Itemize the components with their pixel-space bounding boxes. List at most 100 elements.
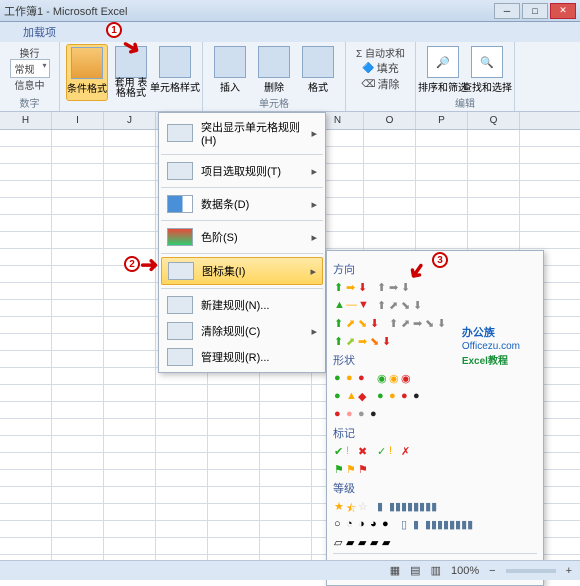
maximize-button[interactable]: □ <box>522 3 548 19</box>
group-label-edit: 编辑 <box>416 95 514 110</box>
col-header-I[interactable]: I <box>52 112 104 129</box>
iconset-redtoblack[interactable]: ●●●● <box>333 407 382 420</box>
zoom-in-button[interactable]: + <box>566 565 572 577</box>
sort-filter-button[interactable]: 🔎排序和筛选 <box>422 44 464 96</box>
iconset-5arrows-gray[interactable]: ⬆⬈➡⬊⬇ <box>388 316 449 329</box>
group-editing-small: Σ 自动求和 🔷 填充 ⌫ 清除 <box>346 42 416 111</box>
group-label-cells: 单元格 <box>203 95 345 110</box>
iconset-3stars[interactable]: ★⯪☆ <box>333 499 370 512</box>
menu-icon-sets[interactable]: 图标集(I)▸ <box>161 257 323 285</box>
iconset-3flags[interactable]: ⚑⚑⚑ <box>333 462 370 475</box>
icon-sets-gallery: 方向 ⬆➡⬇ ⬆➡⬇ ▲—▼ ⬆⬈⬊⬇ ⬆⬈⬊⬇ ⬆⬈➡⬊⬇ ⬆⬈➡⬊⬇ 形状 … <box>326 250 544 586</box>
separator <box>333 553 537 554</box>
group-cells: 插入 删除 格式 单元格 <box>203 42 346 111</box>
col-header-P[interactable]: P <box>416 112 468 129</box>
format-button[interactable]: 格式 <box>297 44 339 96</box>
col-header-Q[interactable]: Q <box>468 112 520 129</box>
separator <box>161 187 323 188</box>
menu-highlight-rules[interactable]: 突出显示单元格规则(H)▸ <box>161 115 323 151</box>
view-normal-button[interactable]: ▦ <box>390 564 400 577</box>
iconset-5arrows-color[interactable]: ⬆⬈➡⬊⬇ <box>333 334 394 347</box>
find-select-button[interactable]: 🔍查找和选择 <box>466 44 508 96</box>
number-format-combo[interactable]: 常规 <box>10 59 50 78</box>
format-icon <box>302 46 334 78</box>
zoom-slider[interactable] <box>506 569 556 573</box>
iconset-3signs[interactable]: ●▲◆ <box>333 389 370 402</box>
zoom-out-button[interactable]: − <box>489 565 495 577</box>
delete-icon <box>258 46 290 78</box>
top-icon <box>167 162 193 180</box>
titlebar: 工作簿1 - Microsoft Excel ─ □ ✕ <box>0 0 580 22</box>
find-icon: 🔍 <box>471 46 503 78</box>
menu-manage-rules[interactable]: 管理规则(R)... <box>161 344 323 370</box>
iconset-3trafficlights[interactable]: ●●● <box>333 371 370 384</box>
callout-2: 2 <box>124 256 140 272</box>
databar-icon <box>167 195 193 213</box>
red-arrow-2: ➜ <box>140 252 158 278</box>
menu-color-scales[interactable]: 色阶(S)▸ <box>161 224 323 250</box>
close-button[interactable]: ✕ <box>550 3 576 19</box>
window-title: 工作簿1 - Microsoft Excel <box>4 3 494 19</box>
minimize-button[interactable]: ─ <box>494 3 520 19</box>
iconset-3symbols[interactable]: ✓!✗ <box>376 444 413 457</box>
group-editing: 🔎排序和筛选 🔍查找和选择 编辑 <box>416 42 515 111</box>
conditional-format-button[interactable]: 条件格式 <box>66 44 108 101</box>
callout-1: 1 <box>106 22 122 38</box>
menu-new-rule[interactable]: 新建规则(N)... <box>161 292 323 318</box>
iconset-5ratings[interactable]: ▯▮▮▮▮▮▮▮▮▮▮ <box>400 517 461 530</box>
insert-icon <box>214 46 246 78</box>
chevron-right-icon: ▸ <box>311 198 317 211</box>
iconset-4arrows-color[interactable]: ⬆⬈⬊⬇ <box>333 316 382 329</box>
view-layout-button[interactable]: ▤ <box>410 564 420 577</box>
menu-data-bars[interactable]: 数据条(D)▸ <box>161 191 323 217</box>
separator <box>161 220 323 221</box>
col-header-O[interactable]: O <box>364 112 416 129</box>
iconset-3trafficlights-rimmed[interactable]: ◉◉◉ <box>376 371 413 384</box>
clear-button[interactable]: ⌫ 清除 <box>361 76 399 92</box>
group-label-number: 数字 <box>0 95 59 110</box>
chevron-right-icon: ▸ <box>311 325 317 338</box>
fill-button[interactable]: 🔷 填充 <box>362 60 398 76</box>
status-bar: ▦ ▤ ▥ 100% − + <box>0 560 580 580</box>
col-header-H[interactable]: H <box>0 112 52 129</box>
iconset-4ratings[interactable]: ▮▮▮▮▮▮▮▮▮▮ <box>376 499 425 512</box>
clearrule-icon <box>167 322 193 340</box>
iconset-3arrows-gray[interactable]: ⬆➡⬇ <box>376 280 413 293</box>
insert-button[interactable]: 插入 <box>209 44 251 96</box>
section-marks: 标记 <box>333 425 537 441</box>
iconset-3arrows-color[interactable]: ⬆➡⬇ <box>333 280 370 293</box>
chevron-right-icon: ▸ <box>311 231 317 244</box>
tab-addins[interactable]: 加载项 <box>15 22 64 42</box>
menu-top-rules[interactable]: 项目选取规则(T)▸ <box>161 158 323 184</box>
iconset-4trafficlights[interactable]: ●●●● <box>376 389 425 402</box>
delete-button[interactable]: 删除 <box>253 44 295 96</box>
iconset-4arrows-gray[interactable]: ⬆⬈⬊⬇ <box>376 298 425 311</box>
view-pagebreak-button[interactable]: ▥ <box>431 564 441 577</box>
separator <box>161 288 323 289</box>
section-ratings: 等级 <box>333 480 537 496</box>
cell-styles-button[interactable]: 单元格样式 <box>154 44 196 101</box>
cs-icon <box>159 46 191 78</box>
iconset-icon <box>168 262 194 280</box>
cf-icon <box>71 47 103 79</box>
menu-clear-rules[interactable]: 清除规则(C)▸ <box>161 318 323 344</box>
zoom-level[interactable]: 100% <box>451 565 479 577</box>
callout-3: 3 <box>432 252 448 268</box>
iconset-5boxes[interactable]: ▱▰▰▰▰ <box>333 535 394 548</box>
ribbon-tabs: 加载项 <box>0 22 580 42</box>
chevron-right-icon: ▸ <box>310 265 316 278</box>
iconset-3triangles[interactable]: ▲—▼ <box>333 298 370 311</box>
group-wrap: 换行 常规 信息中 数字 <box>0 42 60 111</box>
col-header-J[interactable]: J <box>104 112 156 129</box>
highlight-icon <box>167 124 193 142</box>
chevron-right-icon: ▸ <box>311 165 317 178</box>
autosum-button[interactable]: Σ 自动求和 <box>356 44 405 60</box>
chevron-right-icon: ▸ <box>311 127 317 140</box>
ribbon: 换行 常规 信息中 数字 条件格式 套用 表格格式 单元格样式 插入 删除 格式 <box>0 42 580 112</box>
sort-icon: 🔎 <box>427 46 459 78</box>
iconset-3symbols-circled[interactable]: ✔!✖ <box>333 444 370 457</box>
separator <box>161 154 323 155</box>
conditional-format-menu: 突出显示单元格规则(H)▸ 项目选取规则(T)▸ 数据条(D)▸ 色阶(S)▸ … <box>158 112 326 373</box>
iconset-5quarters[interactable]: ○◔◑◕● <box>333 517 394 530</box>
separator <box>161 253 323 254</box>
